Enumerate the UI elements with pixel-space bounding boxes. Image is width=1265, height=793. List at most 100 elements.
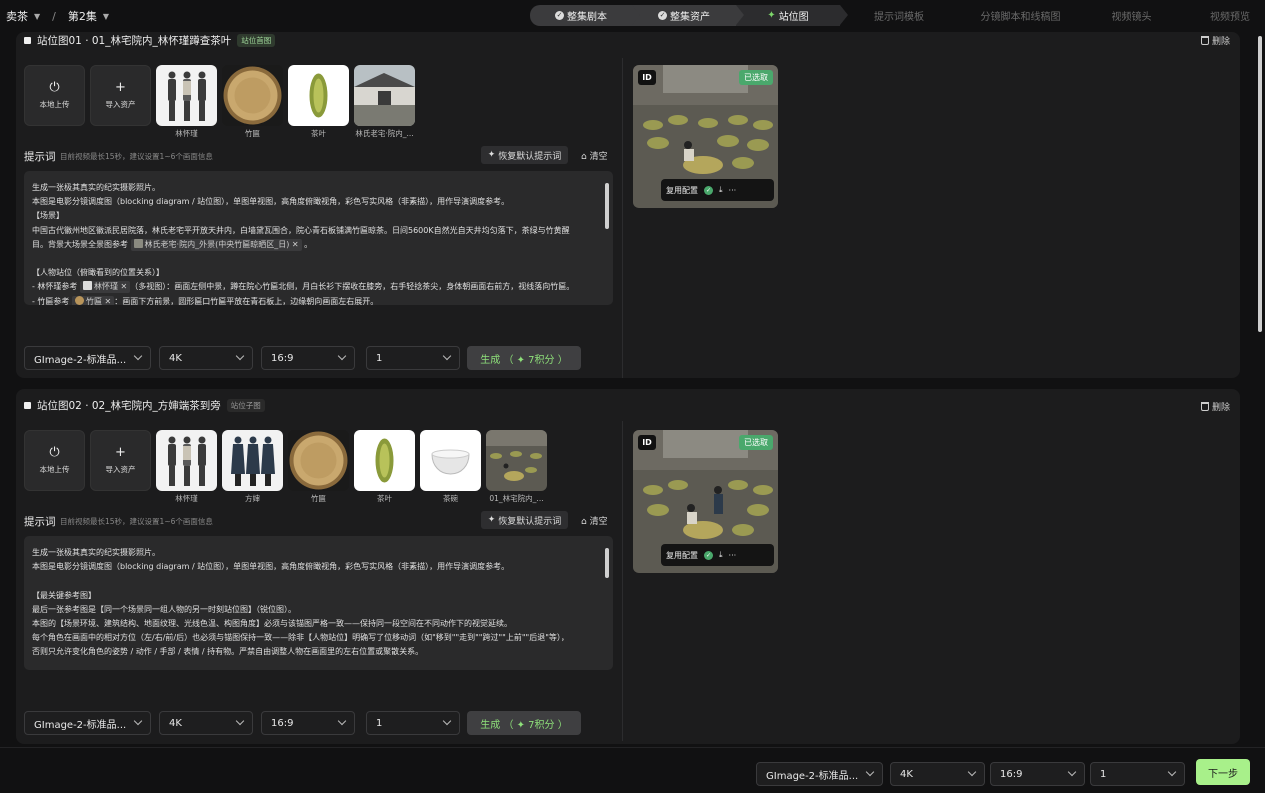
prompt-textarea[interactable]: 生成一张极其真实的纪实摄影照片。 本图是电影分镜调度图（blocking dia…: [24, 536, 613, 670]
broom-icon: ⌂: [581, 152, 587, 162]
scrollbar[interactable]: [605, 183, 609, 229]
more-icon[interactable]: ···: [729, 551, 737, 560]
step-label: 视频预览: [1210, 12, 1250, 23]
select-value: 16:9: [1000, 768, 1023, 780]
chip-desc: ：画面下方前景，圆形匾口竹匾平放在青石板上，边缘朝向画面左右展开。: [114, 296, 379, 305]
id-badge: ID: [638, 70, 656, 85]
preview-image[interactable]: ID 已选取 复用配置 ✓ ⤓ ···: [633, 430, 778, 573]
step-prompt-template[interactable]: 提示词模板: [840, 5, 958, 26]
asset-thumb-bowl[interactable]: [420, 430, 481, 491]
clear-button[interactable]: ⌂ 清空: [581, 514, 608, 527]
id-badge: ID: [638, 435, 656, 450]
asset-thumb-basket[interactable]: [222, 65, 283, 126]
step-label: 整集资产: [670, 12, 710, 23]
blocking-panel-1: 站位图01 · 01_林宅院内_林怀瑾蹲查茶叶 站位首图 删除 ⏻ 本地上传 +…: [16, 32, 1240, 378]
import-asset-button[interactable]: + 导入资产: [90, 65, 151, 126]
asset-thumb-scene[interactable]: [486, 430, 547, 491]
generate-button[interactable]: 生成 （ ✦ 7积分 ）: [467, 346, 581, 370]
clear-label: 清空: [589, 517, 608, 527]
person-chip[interactable]: 林怀瑾 ✕: [79, 281, 131, 294]
blocking-panel-2: 站位图02 · 02_林宅院内_方婶端茶到旁 站位子图 删除 ⏻ 本地上传 + …: [16, 389, 1240, 744]
sparkle-icon: ✦: [487, 515, 496, 525]
delete-label: 删除: [1211, 37, 1230, 47]
prompt-line: 每个角色在画面中的相对方位（左/右/前/后）也必须与锚图保持一致——除非【人物站…: [32, 633, 569, 643]
scrollbar[interactable]: [605, 548, 609, 578]
chevron-down-icon: [133, 716, 143, 726]
selected-badge: 已选取: [739, 435, 773, 450]
preview-image[interactable]: ID 已选取 复用配置 ✓ ⤓ ···: [633, 65, 778, 208]
step-assets[interactable]: ✓ 整集资产: [632, 5, 744, 26]
prompt-line: 中国古代徽州地区徽派民居院落，林氏老宅平开放天井内，白墙黛瓦围合，院心青石板铺满…: [32, 225, 570, 235]
chevron-down-icon: [235, 351, 245, 361]
asset-thumb-house[interactable]: [354, 65, 415, 126]
chevron-down-icon: [1067, 767, 1077, 777]
chevron-down-icon[interactable]: ▼: [103, 12, 109, 21]
page-scrollbar[interactable]: [1258, 36, 1262, 332]
resolution-select[interactable]: 4K: [159, 711, 253, 735]
footer-resolution-select[interactable]: 4K: [890, 762, 985, 786]
delete-button[interactable]: 删除: [1200, 400, 1230, 413]
more-icon[interactable]: ···: [729, 186, 737, 195]
select-value: GImage-2-标准品...: [34, 719, 127, 731]
footer-count-select[interactable]: 1: [1090, 762, 1185, 786]
plus-icon: +: [115, 445, 126, 460]
restore-label: 恢复默认提示词: [498, 516, 562, 527]
footer-ratio-select[interactable]: 16:9: [990, 762, 1085, 786]
restore-prompt-button[interactable]: ✦ 恢复默认提示词: [481, 511, 568, 529]
basket-chip[interactable]: 竹匾 ✕: [71, 295, 115, 305]
step-script[interactable]: ✓ 整集剧本: [530, 5, 640, 26]
chevron-down-icon: [1167, 767, 1177, 777]
checkbox[interactable]: [24, 401, 31, 409]
asset-thumb-basket[interactable]: [288, 430, 349, 491]
restore-prompt-button[interactable]: ✦ 恢复默认提示词: [481, 146, 568, 164]
prompt-line: 生成一张极其真实的纪实摄影照片。: [32, 548, 160, 557]
model-select[interactable]: GImage-2-标准品...: [24, 346, 151, 370]
asset-thumb-tea[interactable]: [354, 430, 415, 491]
next-step-button[interactable]: 下一步: [1196, 759, 1250, 785]
episode-name[interactable]: 第2集: [68, 8, 97, 24]
ratio-select[interactable]: 16:9: [261, 711, 355, 735]
step-storyboard[interactable]: 分镜脚本和线稿图: [958, 5, 1083, 26]
count-select[interactable]: 1: [366, 711, 460, 735]
checkbox[interactable]: [24, 36, 31, 44]
restore-label: 恢复默认提示词: [498, 151, 562, 162]
scene-chip[interactable]: 林氏老宅·院内_外景(中央竹匾晾晒区_日) ✕: [130, 238, 302, 251]
reuse-config-button[interactable]: 复用配置: [666, 550, 698, 561]
prompt-textarea[interactable]: 生成一张极其真实的纪实摄影照片。 本图是电影分镜调度图（blocking dia…: [24, 171, 613, 305]
upload-local-button[interactable]: ⏻ 本地上传: [24, 65, 85, 126]
step-label: 站位图: [778, 12, 809, 23]
delete-button[interactable]: 删除: [1200, 34, 1230, 47]
count-select[interactable]: 1: [366, 346, 460, 370]
workflow-steps: ✓ 整集剧本 ✓ 整集资产 ✦ 站位图 提示词模板 分镜脚本和线稿图 视频镜头 …: [530, 5, 1265, 26]
step-blocking[interactable]: ✦ 站位图: [736, 5, 848, 26]
footer-model-select[interactable]: GImage-2-标准品...: [756, 762, 883, 786]
asset-thumb-person[interactable]: [156, 65, 217, 126]
chevron-down-icon: [442, 716, 452, 726]
reuse-config-button[interactable]: 复用配置: [666, 185, 698, 196]
prompt-line: - 林怀瑾参考: [32, 282, 78, 292]
import-asset-button[interactable]: + 导入资产: [90, 430, 151, 491]
ratio-select[interactable]: 16:9: [261, 346, 355, 370]
model-select[interactable]: GImage-2-标准品...: [24, 711, 151, 735]
chevron-down-icon[interactable]: ▼: [34, 12, 40, 21]
asset-thumb-person[interactable]: [222, 430, 283, 491]
asset-thumb-tea[interactable]: [288, 65, 349, 126]
step-video-shots[interactable]: 视频镜头: [1083, 5, 1180, 26]
clear-button[interactable]: ⌂ 清空: [581, 149, 608, 162]
sparkle-icon: ✦: [767, 10, 776, 21]
step-label: 分镜脚本和线稿图: [980, 12, 1061, 23]
prompt-line: 【最关键参考图】: [32, 590, 96, 600]
resolution-select[interactable]: 4K: [159, 346, 253, 370]
chevron-down-icon: [235, 716, 245, 726]
step-video-preview[interactable]: 视频预览: [1180, 5, 1265, 26]
check-icon: ✓: [658, 11, 667, 20]
project-name[interactable]: 卖茶: [6, 8, 28, 24]
prompt-line: - 竹匾参考: [32, 296, 70, 305]
upload-local-button[interactable]: ⏻ 本地上传: [24, 430, 85, 491]
download-icon[interactable]: ⤓: [719, 185, 723, 195]
generate-button[interactable]: 生成 （ ✦ 7积分 ）: [467, 711, 581, 735]
asset-thumb-person[interactable]: [156, 430, 217, 491]
asset-caption: 竹匾: [245, 129, 260, 138]
chevron-down-icon: [442, 351, 452, 361]
download-icon[interactable]: ⤓: [719, 550, 723, 560]
